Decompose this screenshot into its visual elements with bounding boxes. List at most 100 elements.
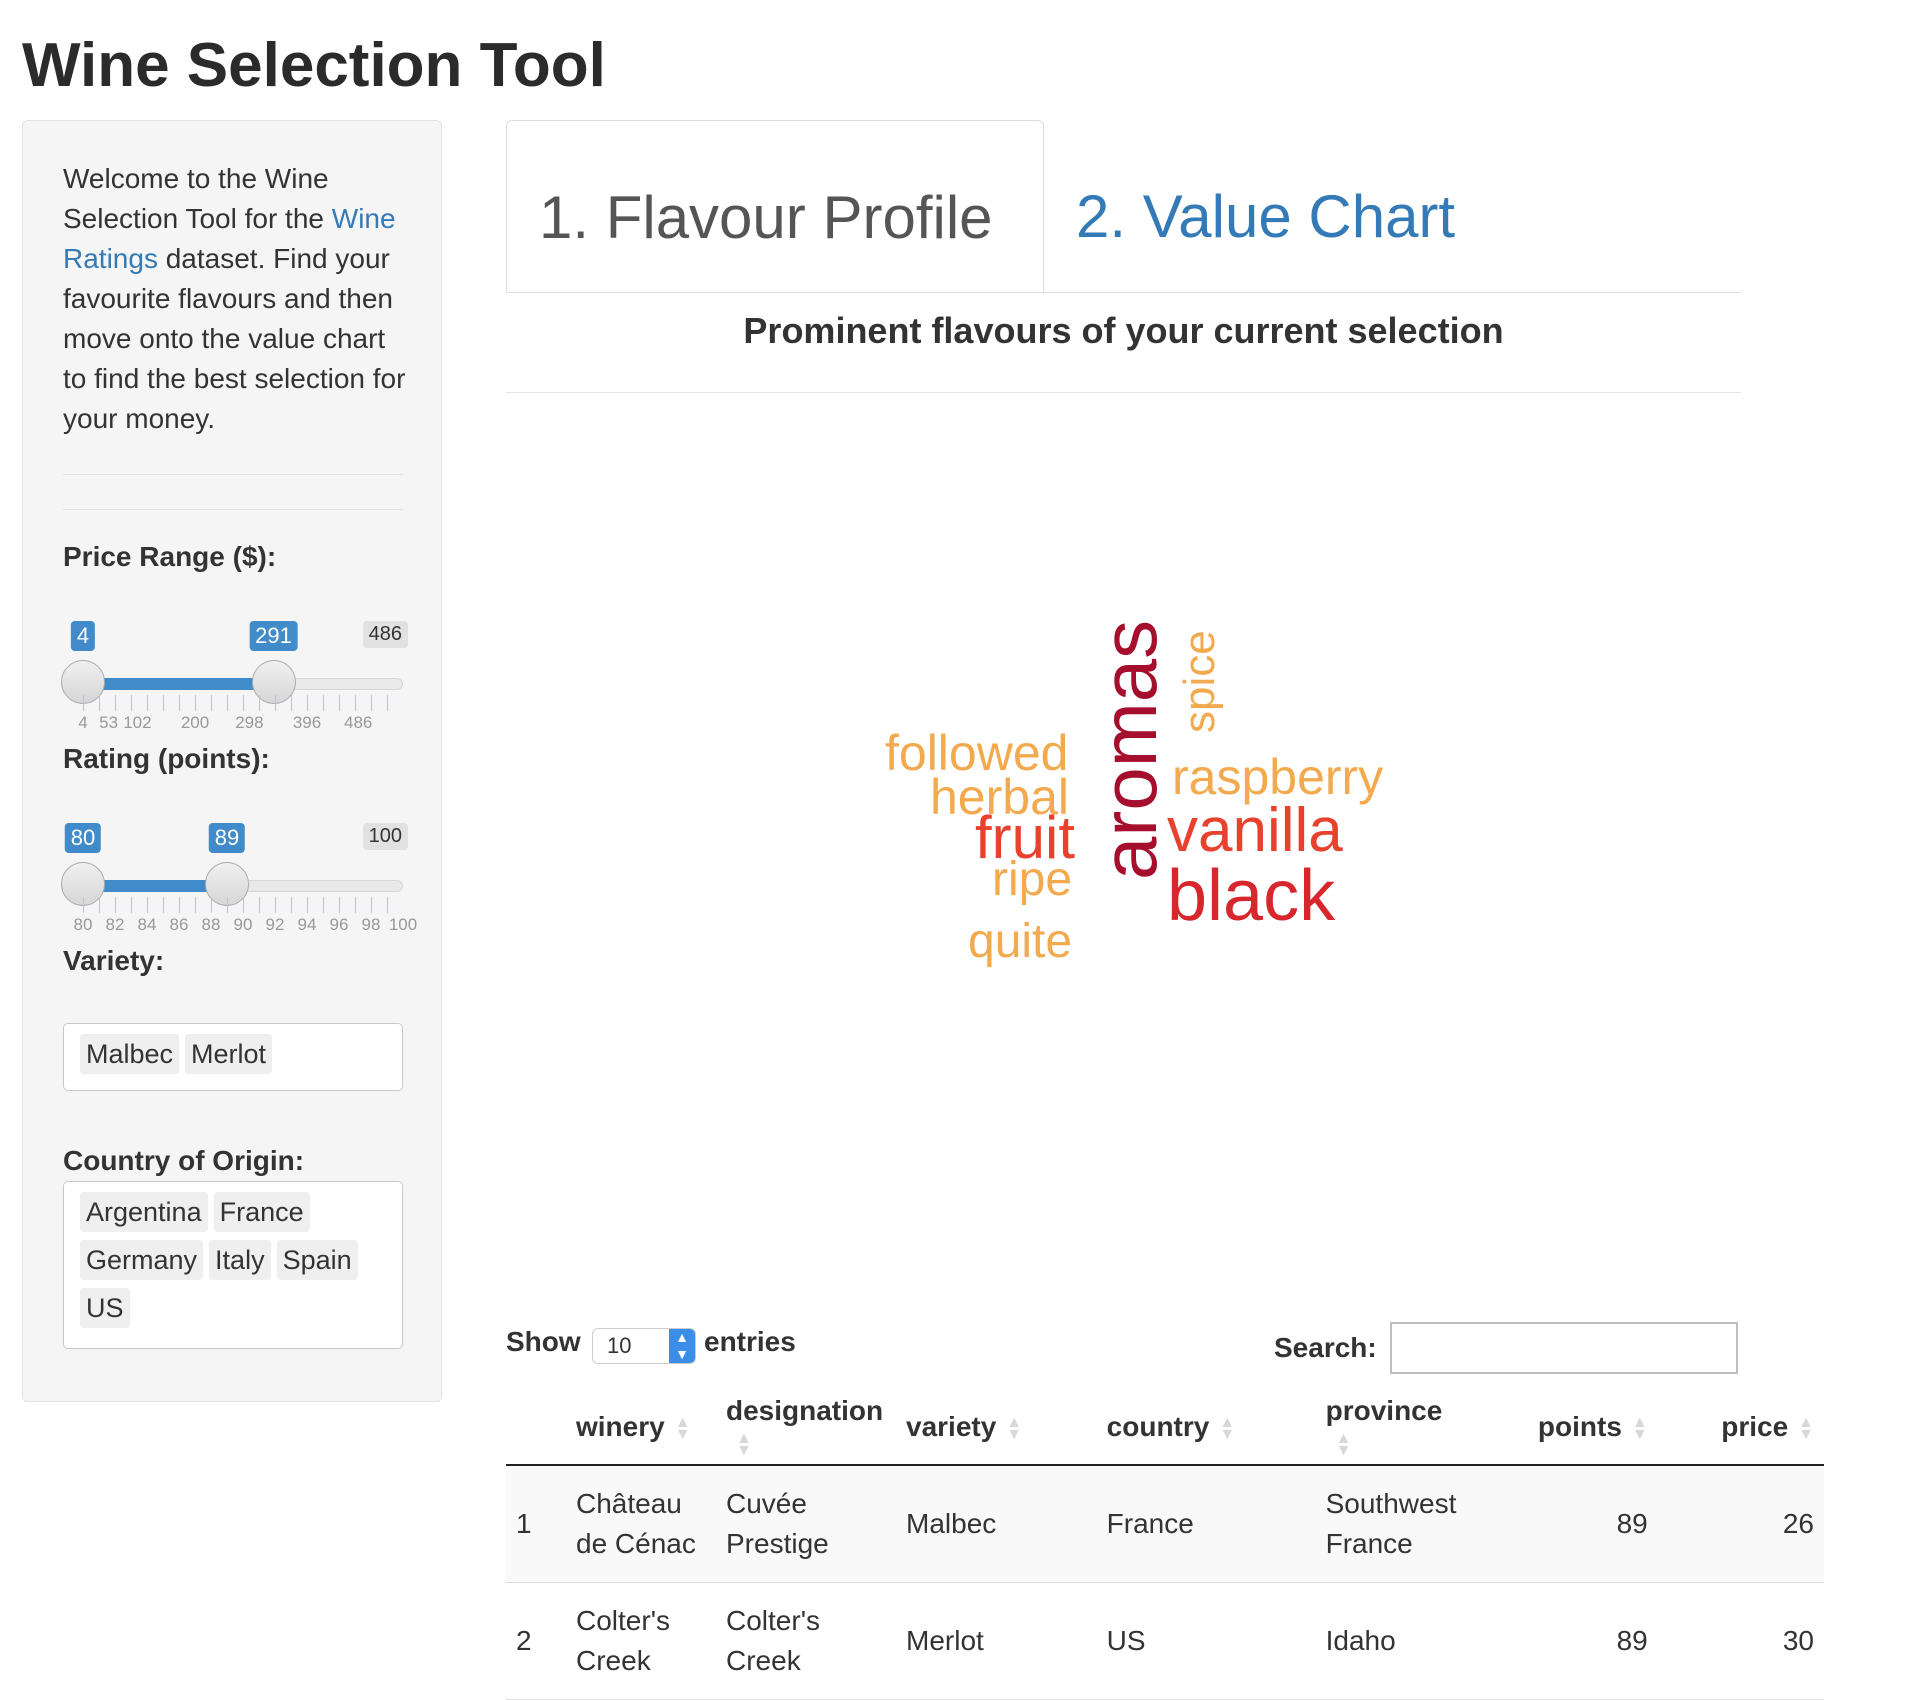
tick-label: 396 bbox=[292, 713, 322, 732]
cell-index: 2 bbox=[506, 1582, 566, 1700]
selected-chip[interactable]: Spain bbox=[276, 1240, 358, 1280]
cell-price: 26 bbox=[1657, 1465, 1824, 1583]
rating-label: Rating (points): bbox=[63, 743, 270, 774]
cell-variety: Malbec bbox=[896, 1465, 1097, 1583]
rating-tick-labels: 80 82 84 86 88 90 92 94 96 98 100 bbox=[63, 915, 418, 939]
column-label: winery bbox=[576, 1411, 665, 1442]
show-label: Show bbox=[506, 1326, 581, 1357]
page-title: Wine Selection Tool bbox=[22, 31, 606, 100]
select-arrows-icon: ▲ ▼ bbox=[669, 1329, 695, 1363]
tick-label: 98 bbox=[361, 915, 381, 934]
cell-variety: Merlot bbox=[896, 1582, 1097, 1700]
tick-label: 82 bbox=[105, 915, 125, 934]
selected-chip[interactable]: Malbec bbox=[80, 1034, 180, 1074]
cell-winery: Colter's Creek bbox=[566, 1582, 716, 1700]
slider-fill bbox=[83, 678, 274, 690]
selected-chip[interactable]: Argentina bbox=[80, 1192, 208, 1232]
sort-icon[interactable]: ▲ ▼ bbox=[1219, 1414, 1235, 1442]
slider-ticks bbox=[83, 695, 403, 711]
cell-index: 1 bbox=[506, 1465, 566, 1583]
tick-label: 80 bbox=[73, 915, 93, 934]
wordcloud-word: vanilla bbox=[1167, 796, 1343, 865]
page-length-value: 10 bbox=[607, 1333, 632, 1358]
slider-ticks bbox=[83, 897, 403, 913]
sort-icon[interactable]: ▲ ▼ bbox=[1798, 1414, 1814, 1442]
cell-winery: Château de Cénac bbox=[566, 1465, 716, 1583]
divider bbox=[63, 509, 403, 510]
tick-label: 94 bbox=[297, 915, 317, 934]
rating-to-label: 89 bbox=[208, 823, 246, 853]
price-from-label: 4 bbox=[70, 621, 96, 651]
tab-bar: 1. Flavour Profile 2. Value Chart bbox=[506, 120, 1741, 293]
sort-icon[interactable]: ▲ ▼ bbox=[675, 1414, 691, 1442]
tick-label: 486 bbox=[344, 713, 373, 732]
entries-label: entries bbox=[704, 1326, 796, 1357]
variety-label: Variety: bbox=[63, 945, 165, 976]
rating-slider[interactable]: 80 89 100 80 82 84 86 88 90 92 94 96 98 100 bbox=[61, 823, 418, 943]
column-header-designation[interactable]: designation ▲ ▼ bbox=[716, 1390, 896, 1466]
price-to-label: 291 bbox=[249, 621, 298, 651]
variety-select[interactable]: Malbec Merlot bbox=[63, 1023, 403, 1091]
column-label: points bbox=[1537, 1411, 1622, 1442]
wordcloud-word: black bbox=[1167, 856, 1336, 936]
tick-label: 96 bbox=[329, 915, 349, 934]
search-input[interactable] bbox=[1390, 1322, 1738, 1374]
country-select[interactable]: Argentina FranceGermany Italy Spain US bbox=[63, 1181, 403, 1349]
tab-flavour-profile[interactable]: 1. Flavour Profile bbox=[506, 120, 1044, 292]
selected-chip[interactable]: US bbox=[80, 1288, 130, 1328]
table-row[interactable]: 1 Château de Cénac Cuvée Prestige Malbec Fra… bbox=[506, 1465, 1824, 1583]
cell-country: US bbox=[1096, 1582, 1316, 1700]
sort-icon[interactable]: ▲ ▼ bbox=[1632, 1414, 1648, 1442]
tick-label: 100 bbox=[388, 915, 418, 934]
tick-label: 200 bbox=[180, 713, 210, 732]
cell-country: France bbox=[1096, 1465, 1316, 1583]
tick-label: 90 bbox=[233, 915, 253, 934]
price-range-label: Price Range ($): bbox=[63, 541, 277, 572]
sidebar-panel: Welcome to the Wine Selection Tool for t… bbox=[22, 120, 442, 1402]
column-header-winery[interactable]: winery ▲ ▼ bbox=[566, 1390, 716, 1466]
price-max-label: 486 bbox=[362, 621, 408, 648]
flavour-subtitle: Prominent flavours of your current selec… bbox=[743, 310, 1504, 351]
column-header-province[interactable]: province ▲ ▼ bbox=[1315, 1390, 1467, 1466]
tick-label: 86 bbox=[169, 915, 189, 934]
tick-label: 88 bbox=[201, 915, 221, 934]
column-header-country[interactable]: country ▲ ▼ bbox=[1096, 1390, 1316, 1466]
tick-label: 53 bbox=[99, 713, 119, 732]
divider bbox=[506, 392, 1741, 393]
row-index-header bbox=[506, 1390, 566, 1466]
column-header-variety[interactable]: variety ▲ ▼ bbox=[896, 1390, 1097, 1466]
wordcloud-word: aromas bbox=[1085, 619, 1173, 880]
selected-chip[interactable]: Germany bbox=[80, 1240, 204, 1280]
selected-chip[interactable]: Italy bbox=[209, 1240, 271, 1280]
table-row[interactable]: 2 Colter's Creek Colter's Creek Merlot US Ida… bbox=[506, 1582, 1824, 1700]
cell-price: 30 bbox=[1657, 1582, 1824, 1700]
cell-province: Idaho bbox=[1315, 1582, 1467, 1700]
country-label: Country of Origin: bbox=[63, 1145, 305, 1176]
column-header-price[interactable]: price ▲ ▼ bbox=[1657, 1390, 1824, 1466]
wine-table: winery ▲ ▼ designation▲ ▼ variety ▲ ▼ country ▲ ▼ p… bbox=[506, 1390, 1824, 1700]
price-range-slider[interactable]: 4 291 486 4 53 102 200 298 396 486 bbox=[61, 621, 408, 741]
sort-icon[interactable]: ▲ ▼ bbox=[1006, 1414, 1022, 1442]
page-length-select[interactable]: 10 ▲ ▼ bbox=[592, 1328, 696, 1364]
sort-icon[interactable]: ▲ ▼ bbox=[1336, 1430, 1352, 1458]
column-label: province bbox=[1325, 1395, 1443, 1426]
column-header-points[interactable]: points ▲ ▼ bbox=[1466, 1390, 1658, 1466]
divider bbox=[63, 474, 403, 475]
wordcloud-word: herbal bbox=[930, 769, 1069, 825]
cell-points: 89 bbox=[1466, 1465, 1658, 1583]
flavour-wordcloud: aromas black vanilla fruit raspberry followed… bbox=[860, 600, 1460, 1020]
wordcloud-word: quite bbox=[968, 915, 1073, 968]
sort-icon[interactable]: ▲ ▼ bbox=[736, 1430, 752, 1458]
column-label: country bbox=[1106, 1411, 1210, 1442]
price-tick-labels: 4 53 102 200 298 396 486 bbox=[63, 713, 408, 737]
selected-chip[interactable]: Merlot bbox=[185, 1034, 273, 1074]
selected-chip[interactable]: France bbox=[213, 1192, 310, 1232]
tick-label: 84 bbox=[137, 915, 157, 934]
tick-label: 102 bbox=[123, 713, 152, 732]
column-label: designation bbox=[726, 1395, 884, 1426]
wordcloud-word: spice bbox=[1175, 630, 1224, 733]
column-label: variety bbox=[906, 1411, 997, 1442]
wordcloud-word: ripe bbox=[992, 853, 1073, 906]
tab-value-chart[interactable]: 2. Value Chart bbox=[1076, 120, 1455, 292]
intro-text: Welcome to the Wine Selection Tool for t… bbox=[63, 159, 408, 439]
